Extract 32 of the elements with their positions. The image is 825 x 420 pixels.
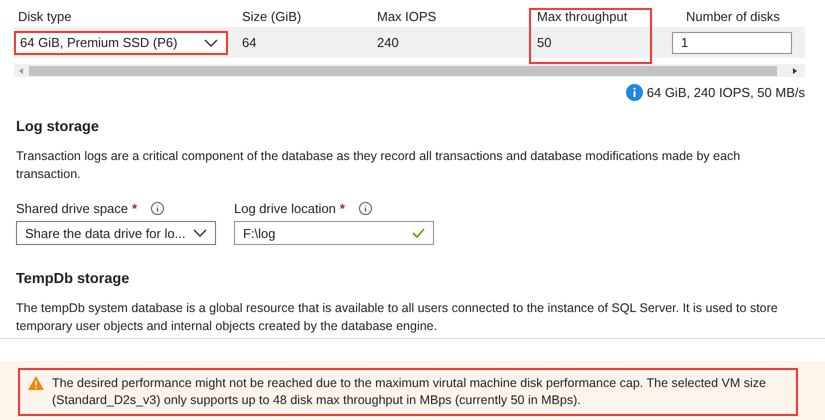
column-header: Max IOPS (376, 8, 438, 24)
log-location-field[interactable]: F:\log (234, 221, 434, 245)
section-title: Log storage (16, 119, 100, 135)
required-mark: * (132, 201, 138, 216)
warning-icon (28, 376, 44, 390)
shared-drive-dropdown[interactable]: Share the data drive for lo... (16, 221, 216, 245)
field-label: Log drive location (234, 201, 336, 216)
info-icon (626, 84, 643, 101)
chevron-down-icon (193, 229, 207, 237)
column-header: Number of disks (685, 8, 781, 24)
disks-input[interactable]: 1 (672, 32, 792, 54)
required-mark: * (340, 201, 345, 216)
column-header: Disk type (17, 8, 72, 24)
warning-message: The desired performance might not be reached due to the maximum virutal machine disk performance cap. The selected VM size (Standard_D2s_v3) only supports up to 48 disk max throughput in MBps (currently 50 in MBps). (18, 368, 798, 416)
table-cell-text: 50 (536, 35, 552, 50)
section-description: Transaction logs are a critical component of the database as they record all transactions and database modifications made by each transaction. (16, 148, 742, 183)
disk-type-dropdown[interactable]: 64 GiB, Premium SSD (P6) (14, 30, 228, 54)
table-cell-text: 240 (376, 35, 400, 50)
section-title: TempDb storage (16, 271, 130, 287)
info-icon (358, 202, 372, 215)
disk-summary: 64 GiB, 240 IOPS, 50 MB/s (646, 85, 805, 100)
section-description: The tempDb system database is a global resource that is available to all users connected to the instance of SQL Server. It is used to store temporary user objects and internal objects created by the database engine. (16, 300, 779, 335)
field-label: Shared drive space (16, 201, 128, 216)
column-header: Size (GiB) (241, 8, 302, 24)
scroll-left-icon (17, 66, 25, 74)
scroll-right-icon (791, 66, 799, 74)
horizontal-scrollbar[interactable] (14, 64, 805, 77)
chevron-down-icon (204, 38, 218, 46)
check-icon (412, 228, 425, 238)
info-icon (151, 202, 164, 215)
table-cell-text: 64 (241, 35, 258, 50)
column-header: Max throughput (536, 8, 628, 24)
